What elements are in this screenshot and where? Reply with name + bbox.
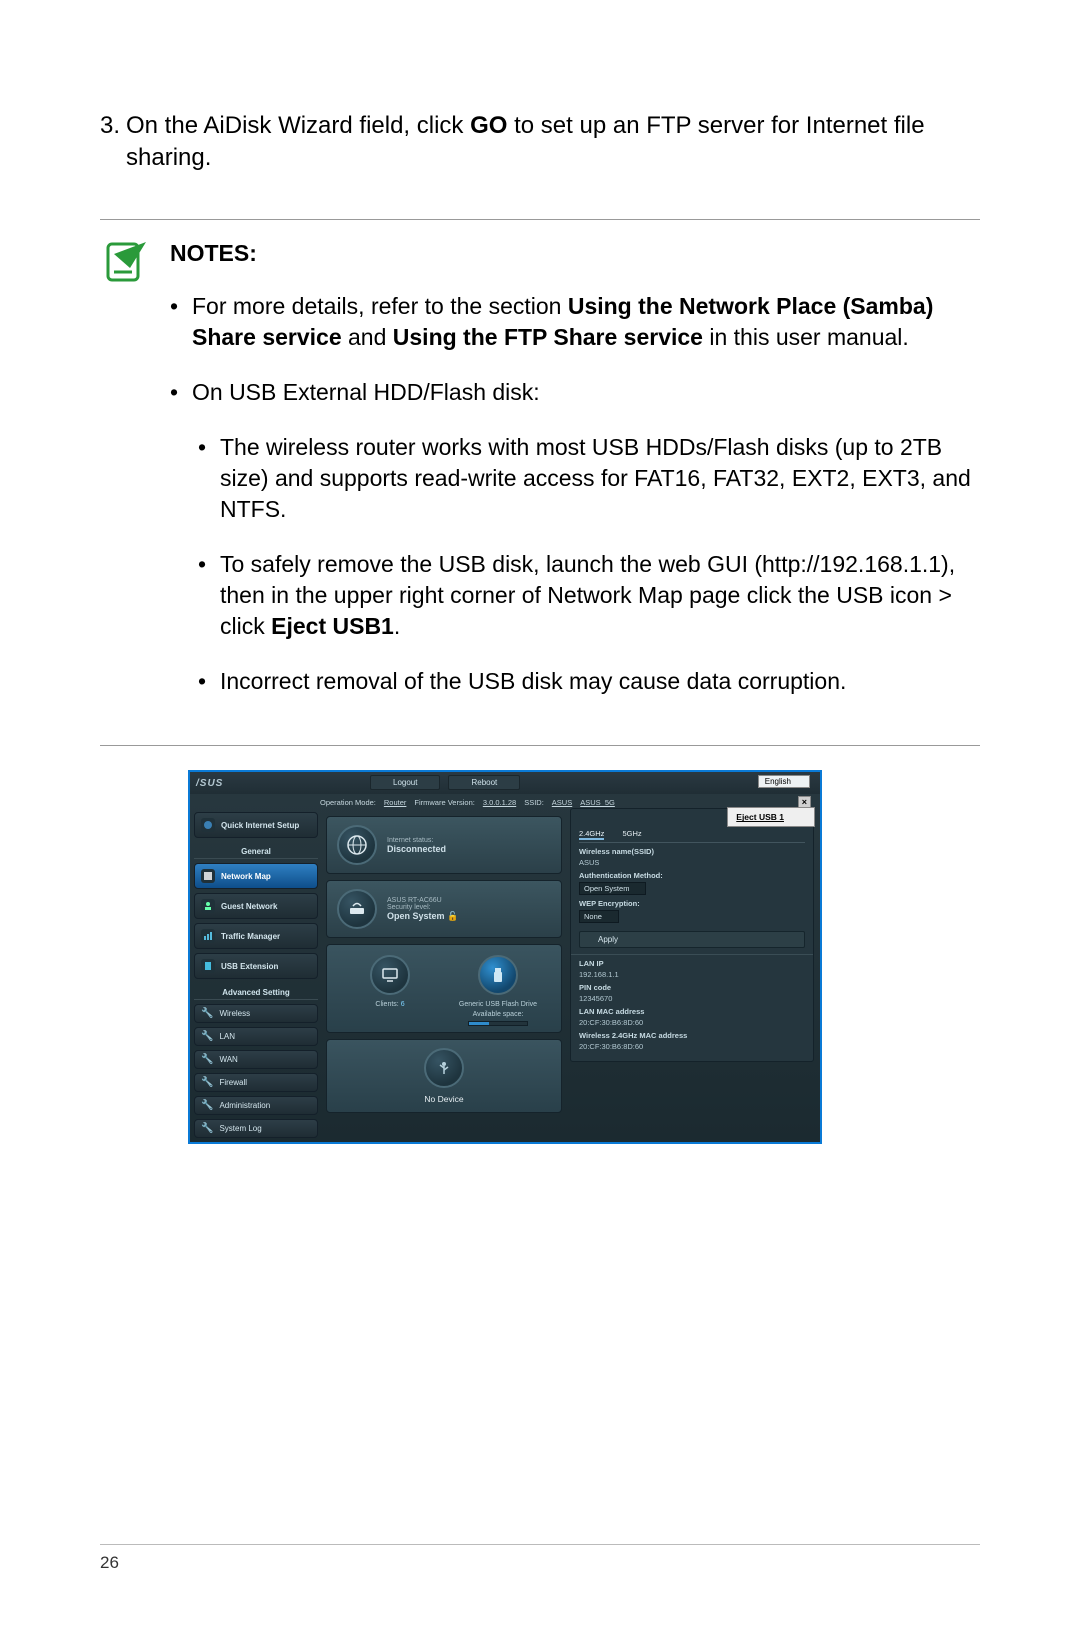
sidebar-item-admin[interactable]: 🔧Administration <box>194 1096 318 1115</box>
internet-status-card[interactable]: Internet status: Disconnected <box>326 816 562 874</box>
wrench-icon: 🔧 <box>201 1100 213 1111</box>
map-icon <box>201 869 215 883</box>
wrench-icon: 🔧 <box>201 1008 213 1019</box>
usb-plug-icon <box>424 1048 464 1088</box>
usb-drive-card[interactable]: Generic USB Flash Drive Available space: <box>452 951 544 1026</box>
apply-button[interactable]: Apply <box>579 931 805 948</box>
security-card[interactable]: ASUS RT-AC66U Security level: Open Syste… <box>326 880 562 938</box>
sidebar-item-qis[interactable]: Quick Internet Setup <box>194 812 318 838</box>
notes-block: NOTES: • For more details, refer to the … <box>100 219 980 747</box>
network-map-panel: Internet status: Disconnected ASUS RT-AC… <box>326 816 562 1113</box>
note-bullet: • On USB External HDD/Flash disk: <box>170 377 980 408</box>
tab-5ghz[interactable]: 5GHz <box>622 829 641 840</box>
sidebar-header-advanced: Advanced Setting <box>194 983 318 1000</box>
step-3: 3. On the AiDisk Wizard field, click GO … <box>100 110 980 175</box>
notes-icon <box>100 238 148 722</box>
asus-logo: /SUS <box>196 778 223 789</box>
eject-usb-popup[interactable]: × Eject USB 1 <box>727 807 815 827</box>
ssid-value: ASUS <box>579 858 805 867</box>
sidebar-item-wireless[interactable]: 🔧Wireless <box>194 1004 318 1023</box>
traffic-icon <box>201 929 215 943</box>
wep-select[interactable]: None <box>579 910 619 923</box>
note-subbullet: • Incorrect removal of the USB disk may … <box>198 666 980 697</box>
device-row: Clients: 6 Generic USB Flash Drive Avail… <box>326 944 562 1033</box>
sidebar-item-syslog[interactable]: 🔧System Log <box>194 1119 318 1138</box>
tab-24ghz[interactable]: 2.4GHz <box>579 829 604 840</box>
wizard-icon <box>201 818 215 832</box>
globe-icon <box>337 825 377 865</box>
step-number: 3. <box>100 110 126 175</box>
right-panel: × Eject USB 1 2.4GHz 5GHz Wireless name(… <box>570 808 814 1062</box>
wrench-icon: 🔧 <box>201 1123 213 1134</box>
sidebar-item-lan[interactable]: 🔧LAN <box>194 1027 318 1046</box>
sidebar-header-general: General <box>194 842 318 859</box>
logout-button[interactable]: Logout <box>370 775 440 790</box>
note-bullet: • For more details, refer to the section… <box>170 291 980 353</box>
sidebar-item-network-map[interactable]: Network Map <box>194 863 318 889</box>
sidebar-item-traffic[interactable]: Traffic Manager <box>194 923 318 949</box>
monitor-icon <box>370 955 410 995</box>
page-number: 26 <box>100 1544 980 1573</box>
note-subbullet: • To safely remove the USB disk, launch … <box>198 549 980 642</box>
usb-drive-icon <box>478 955 518 995</box>
sidebar-item-guest[interactable]: Guest Network <box>194 893 318 919</box>
router-icon <box>337 889 377 929</box>
sidebar: Quick Internet Setup General Network Map… <box>194 808 318 1142</box>
note-subbullet: • The wireless router works with most US… <box>198 432 980 525</box>
sidebar-item-wan[interactable]: 🔧WAN <box>194 1050 318 1069</box>
clients-card[interactable]: Clients: 6 <box>344 951 436 1026</box>
sidebar-item-usb[interactable]: USB Extension <box>194 953 318 979</box>
guest-icon <box>201 899 215 913</box>
no-device-card[interactable]: No Device <box>326 1039 562 1113</box>
usb-icon <box>201 959 215 973</box>
router-screenshot: /SUS Logout Reboot English Operation Mod… <box>188 770 822 1144</box>
language-select[interactable]: English <box>758 775 810 788</box>
sidebar-item-firewall[interactable]: 🔧Firewall <box>194 1073 318 1092</box>
wrench-icon: 🔧 <box>201 1054 213 1065</box>
notes-title: NOTES: <box>170 238 980 269</box>
close-icon[interactable]: × <box>798 796 811 808</box>
auth-select[interactable]: Open System <box>579 882 646 895</box>
reboot-button[interactable]: Reboot <box>448 775 520 790</box>
wrench-icon: 🔧 <box>201 1031 213 1042</box>
wrench-icon: 🔧 <box>201 1077 213 1088</box>
